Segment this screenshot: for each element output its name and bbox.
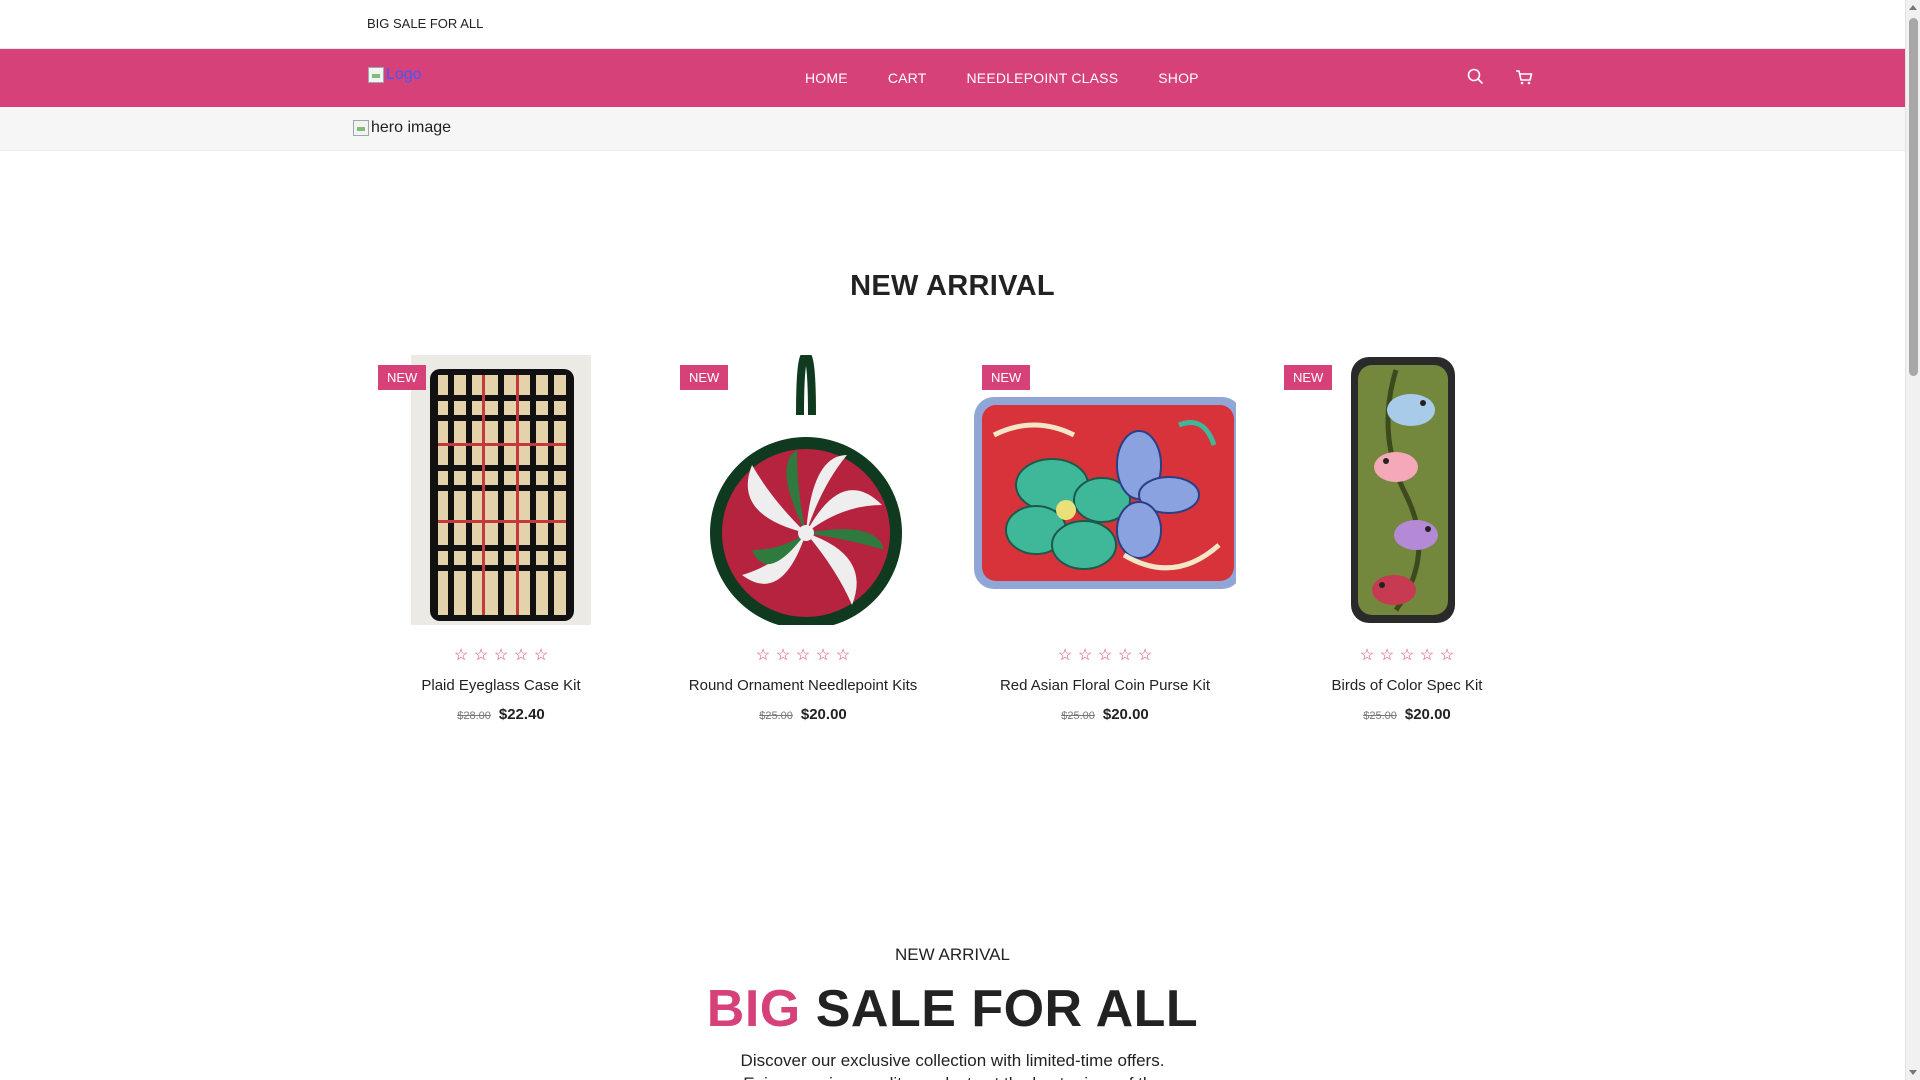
nav-home[interactable]: HOME [805,70,848,86]
star-icon: ☆ [1419,647,1435,664]
product-card[interactable]: NEW ☆ ☆ ☆ ☆ ☆ Birds of Color Spec Kit $25.00… [1276,355,1538,723]
old-price: $25.00 [1363,710,1397,722]
product-name[interactable]: Birds of Color Spec Kit [1276,677,1538,694]
nav-links: HOME CART NEEDLEPOINT CLASS SHOP [805,49,1239,107]
headline-rest: SALE FOR ALL [815,980,1199,1038]
logo-link[interactable]: Logo [368,66,422,84]
old-price: $25.00 [1061,710,1095,722]
rating-stars: ☆ ☆ ☆ ☆ ☆ [974,645,1236,665]
product-card[interactable]: NEW ☆ ☆ ☆ ☆ ☆ Red Asian Floral Coin Purs… [974,355,1236,723]
hero-alt-text: hero image [371,119,452,136]
cart-icon[interactable] [1513,66,1535,88]
star-icon: ☆ [795,647,811,664]
new-badge: NEW [378,365,427,390]
search-icon[interactable] [1465,66,1487,88]
product-prices: $25.00 $20.00 [672,706,934,723]
product-grid: NEW ☆ ☆ ☆ ☆ ☆ Plaid Eyeglass Case Kit $2… [370,355,1540,723]
star-icon: ☆ [1439,647,1455,664]
star-icon: ☆ [1077,647,1093,664]
old-price: $25.00 [759,710,793,722]
product-card[interactable]: NEW ☆ ☆ ☆ ☆ ☆ Round Ornament Needlepoint… [672,355,934,723]
nav-shop[interactable]: SHOP [1158,70,1198,86]
product-image-birds-spec-kit[interactable]: NEW [1276,355,1538,625]
product-prices: $28.00 $22.40 [370,706,632,723]
broken-image-icon [353,120,369,136]
star-icon: ☆ [493,647,509,664]
sale-price: $20.00 [800,706,847,723]
new-badge: NEW [982,365,1031,390]
sale-price: $22.40 [498,706,545,723]
star-icon: ☆ [1379,647,1395,664]
product-name[interactable]: Round Ornament Needlepoint Kits [672,677,934,694]
new-badge: NEW [680,365,729,390]
sale-kicker: NEW ARRIVAL [895,945,1010,964]
product-image-round-ornament[interactable]: NEW [672,355,934,625]
description-line: Discover our exclusive collection with l… [740,1051,1165,1070]
star-icon: ☆ [815,647,831,664]
product-name[interactable]: Red Asian Floral Coin Purse Kit [974,677,1236,694]
rating-stars: ☆ ☆ ☆ ☆ ☆ [370,645,632,665]
old-price: $28.00 [457,710,491,722]
sale-headline: BIG SALE FOR ALL [0,979,1905,1039]
nav-needlepoint-class[interactable]: NEEDLEPOINT CLASS [966,70,1118,86]
nav-icons [1465,66,1535,88]
scroll-up-icon[interactable] [1909,5,1917,10]
product-image-plaid-eyeglass-case[interactable]: NEW [370,355,632,625]
star-icon: ☆ [775,647,791,664]
scroll-down-icon[interactable] [1909,1070,1917,1075]
product-image-floral-coin-purse[interactable]: NEW [974,355,1236,625]
star-icon: ☆ [755,647,771,664]
main-navbar: Logo HOME CART NEEDLEPOINT CLASS SHOP [0,49,1920,107]
product-name[interactable]: Plaid Eyeglass Case Kit [370,677,632,694]
new-badge: NEW [1284,365,1333,390]
star-icon: ☆ [1117,647,1133,664]
broken-image-icon [368,67,384,83]
headline-accent: BIG [706,980,801,1038]
star-icon: ☆ [1399,647,1415,664]
product-prices: $25.00 $20.00 [1276,706,1538,723]
vertical-scrollbar[interactable] [1905,0,1920,1080]
star-icon: ☆ [513,647,529,664]
rating-stars: ☆ ☆ ☆ ☆ ☆ [1276,645,1538,665]
promo-text: BIG SALE FOR ALL [367,16,484,31]
product-card[interactable]: NEW ☆ ☆ ☆ ☆ ☆ Plaid Eyeglass Case Kit $2… [370,355,632,723]
star-icon: ☆ [1057,647,1073,664]
star-icon: ☆ [835,647,851,664]
star-icon: ☆ [1359,647,1375,664]
logo-alt-text: Logo [386,66,422,83]
star-icon: ☆ [1137,647,1153,664]
sale-description: Discover our exclusive collection with l… [0,1049,1905,1080]
hero-image: hero image [353,119,451,137]
top-promo-bar: BIG SALE FOR ALL [0,0,1920,49]
star-icon: ☆ [473,647,489,664]
product-prices: $25.00 $20.00 [974,706,1236,723]
sale-price: $20.00 [1102,706,1149,723]
hero-banner: hero image [0,107,1920,151]
star-icon: ☆ [1097,647,1113,664]
scrollbar-thumb[interactable] [1909,18,1918,376]
section-title: NEW ARRIVAL [850,270,1055,302]
star-icon: ☆ [533,647,549,664]
rating-stars: ☆ ☆ ☆ ☆ ☆ [672,645,934,665]
description-line: Enjoy premium quality products at the be… [0,1072,1905,1080]
star-icon: ☆ [453,647,469,664]
sale-price: $20.00 [1404,706,1451,723]
sale-section: NEW ARRIVAL BIG SALE FOR ALL Discover ou… [0,945,1905,1080]
nav-cart[interactable]: CART [888,70,927,86]
